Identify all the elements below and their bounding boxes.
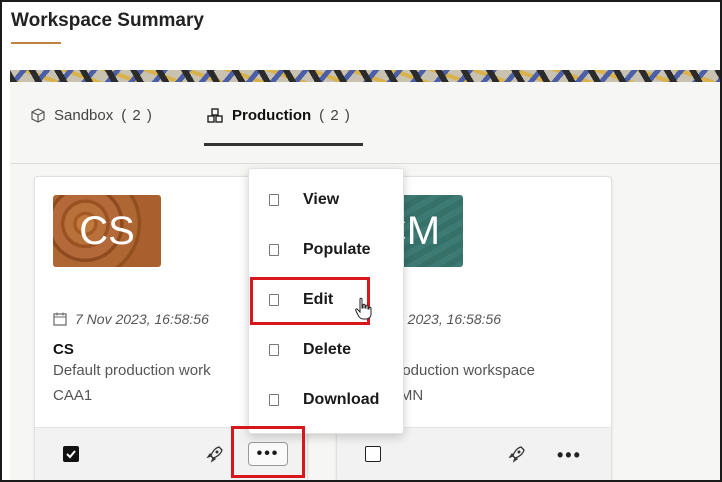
calendar-icon — [53, 312, 67, 326]
card-footer: ••• — [337, 427, 611, 480]
cubes-icon — [207, 107, 223, 123]
menu-item-label: View — [303, 191, 340, 208]
rocket-icon[interactable] — [507, 444, 527, 464]
menu-item-view[interactable]: View — [249, 181, 405, 219]
tab-production-count: ( 2 ) — [319, 107, 351, 124]
title-underline — [11, 42, 61, 44]
rocket-icon[interactable] — [205, 444, 225, 464]
cube-icon — [31, 107, 45, 123]
menu-item-label: Populate — [303, 241, 371, 258]
workspace-description: Default production work — [53, 362, 211, 379]
decorative-banner — [10, 70, 720, 82]
menu-item-icon — [269, 194, 279, 206]
menu-item-label: Download — [303, 391, 380, 408]
workspace-date: ov 2023, 16:58:56 — [389, 311, 501, 327]
edit-highlight-box — [250, 277, 370, 325]
workspace-thumbnail: CS — [53, 195, 161, 267]
date-text: 7 Nov 2023, 16:58:56 — [75, 311, 209, 327]
menu-item-icon — [269, 244, 279, 256]
workspace-description: production workspace — [389, 362, 535, 379]
check-icon — [66, 450, 76, 459]
tab-bar: Sandbox ( 2 ) Production ( 2 ) — [10, 82, 720, 164]
workspace-code: CAA1 — [53, 387, 93, 404]
thumbnail-initials: CS — [79, 208, 135, 253]
more-actions-button[interactable]: ••• — [557, 446, 582, 464]
menu-item-icon — [269, 344, 279, 356]
select-checkbox[interactable] — [365, 446, 381, 462]
tab-sandbox[interactable]: Sandbox ( 2 ) — [30, 107, 153, 124]
hand-cursor-icon — [355, 297, 372, 320]
tab-sandbox-label: Sandbox — [54, 107, 114, 124]
workspace-name: CS — [53, 341, 74, 358]
workspace-date: 7 Nov 2023, 16:58:56 — [53, 311, 209, 327]
menu-item-download[interactable]: Download — [249, 381, 405, 419]
page-title: Workspace Summary — [11, 10, 204, 31]
date-text: ov 2023, 16:58:56 — [389, 311, 502, 327]
more-button-highlight-box — [231, 426, 305, 478]
tab-production-label: Production — [232, 107, 312, 124]
screenshot-frame: Workspace Summary Sandbox ( 2 ) Producti… — [0, 0, 722, 482]
menu-item-delete[interactable]: Delete — [249, 331, 405, 369]
menu-item-label: Delete — [303, 341, 352, 358]
menu-item-icon — [269, 394, 279, 406]
active-tab-indicator — [204, 143, 363, 146]
select-checkbox[interactable] — [63, 446, 79, 462]
tab-production[interactable]: Production ( 2 ) — [206, 107, 351, 124]
menu-item-populate[interactable]: Populate — [249, 231, 405, 269]
tab-sandbox-count: ( 2 ) — [121, 107, 153, 124]
